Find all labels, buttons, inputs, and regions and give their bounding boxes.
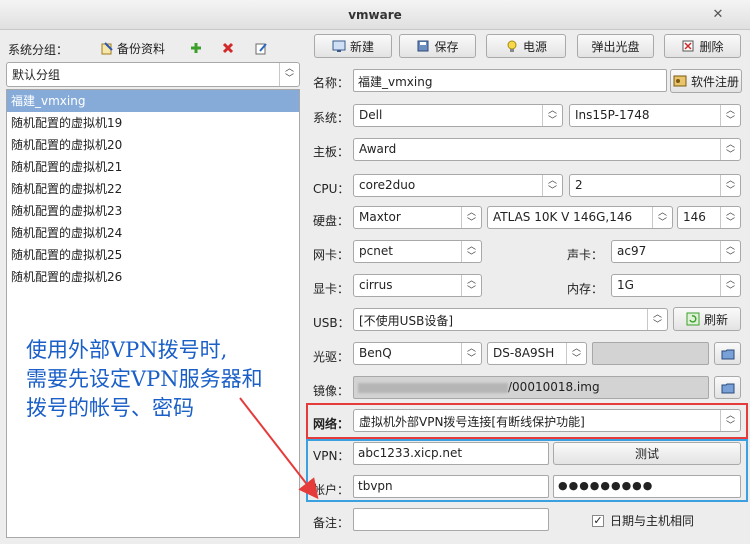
annotation-arrow <box>239 397 319 500</box>
